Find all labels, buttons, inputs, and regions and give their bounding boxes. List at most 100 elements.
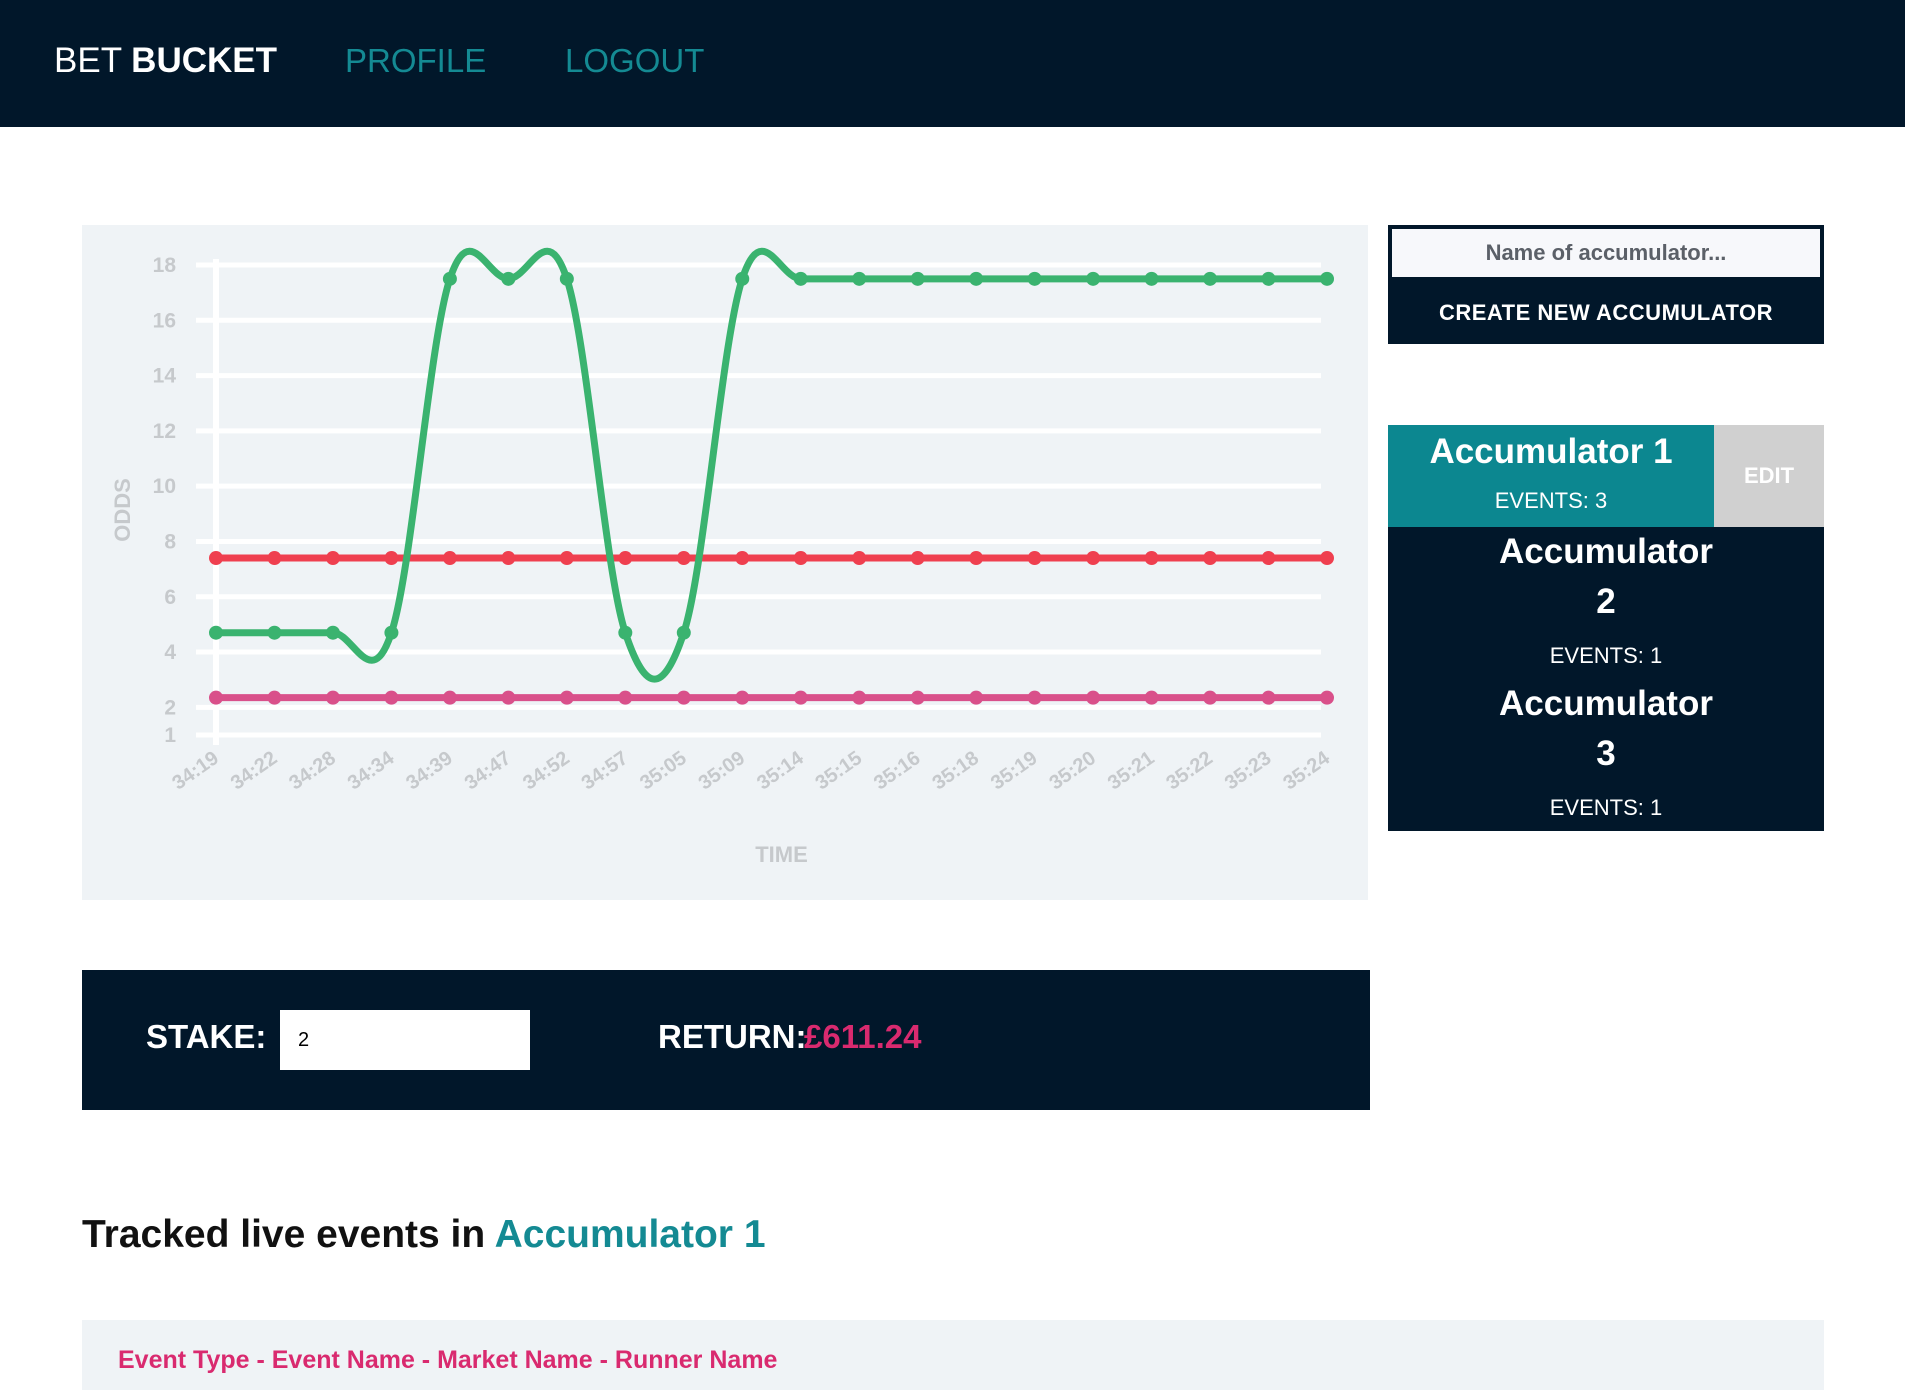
stake-return-bar: STAKE: RETURN: £611.24 (82, 970, 1370, 1110)
y-tick-label: 16 (153, 309, 176, 332)
series-point-1 (501, 551, 516, 566)
x-tick-label: 35:21 (1104, 747, 1159, 794)
series-point-1 (1203, 551, 1218, 566)
series-point-0 (910, 271, 925, 286)
x-tick-label: 34:34 (344, 747, 399, 795)
create-accumulator-box: CREATE NEW ACCUMULATOR (1388, 225, 1824, 344)
y-tick-label: 18 (153, 254, 177, 277)
x-tick-label: 35:18 (929, 747, 984, 794)
series-point-1 (325, 551, 340, 566)
accumulator-item-2-title-line1: Accumulator (1499, 532, 1713, 571)
stake-label: STAKE: (146, 1018, 267, 1055)
y-tick-label: 12 (153, 420, 176, 443)
x-tick-label: 34:52 (519, 747, 574, 794)
accumulator-item-3-title-line1: Accumulator (1499, 684, 1713, 723)
series-point-0 (325, 625, 340, 640)
series-point-0 (618, 625, 633, 640)
series-point-0 (852, 271, 867, 286)
series-point-1 (1144, 551, 1159, 566)
y-tick-label: 8 (164, 530, 176, 553)
tracked-events-accumulator-name: Accumulator 1 (494, 1213, 766, 1256)
edit-accumulator-button[interactable]: EDIT (1714, 425, 1824, 527)
x-tick-label: 35:14 (753, 747, 808, 795)
series-point-1 (209, 551, 223, 566)
x-tick-label: 34:57 (578, 747, 633, 794)
accumulator-item-3[interactable]: Accumulator 3 EVENTS: 1 (1388, 679, 1824, 831)
series-point-0 (1320, 271, 1334, 286)
series-point-2 (384, 690, 399, 705)
series-point-2 (735, 690, 750, 705)
tracked-events-panel: Event Type - Event Name - Market Name - … (82, 1320, 1824, 1390)
nav-logout-link[interactable]: LOGOUT (565, 42, 704, 80)
series-point-0 (735, 271, 750, 286)
series-point-1 (969, 551, 984, 566)
x-tick-label: 35:09 (695, 747, 750, 794)
x-tick-label: 35:19 (987, 747, 1042, 794)
series-point-2 (1320, 690, 1334, 705)
accumulator-item-1[interactable]: Accumulator 1 EVENTS: 3 EDIT (1388, 425, 1824, 527)
series-point-2 (1144, 690, 1159, 705)
x-tick-label: 34:28 (285, 747, 340, 794)
series-point-0 (442, 271, 457, 286)
series-point-2 (1086, 690, 1101, 705)
return-value: £611.24 (804, 1018, 922, 1055)
series-point-1 (793, 551, 808, 566)
series-point-0 (676, 625, 691, 640)
series-point-0 (1203, 271, 1218, 286)
x-tick-label: 34:39 (402, 747, 457, 794)
x-tick-label: 34:19 (168, 747, 223, 794)
y-tick-label: 10 (153, 475, 176, 498)
x-tick-label: 35:24 (1279, 747, 1334, 795)
brand-bold-text: BUCKET (131, 41, 277, 80)
accumulator-item-3-events: EVENTS: 1 (1549, 795, 1663, 820)
series-point-1 (676, 551, 691, 566)
series-point-1 (384, 551, 399, 566)
y-tick-label: 4 (164, 641, 176, 664)
y-tick-label: 6 (164, 586, 176, 609)
accumulator-item-1-title: Accumulator 1 (1429, 432, 1673, 471)
x-tick-label: 34:47 (461, 747, 516, 794)
series-point-2 (559, 690, 574, 705)
accumulator-item-1-events: EVENTS: 3 (1494, 488, 1608, 513)
x-tick-label: 34:22 (227, 747, 282, 794)
series-point-0 (1261, 271, 1276, 286)
x-tick-label: 35:22 (1162, 747, 1217, 794)
accumulator-item-2[interactable]: Accumulator 2 EVENTS: 1 (1388, 527, 1824, 679)
brand-logo[interactable]: BET BUCKET (54, 41, 277, 81)
series-point-2 (852, 690, 867, 705)
series-point-1 (1261, 551, 1276, 566)
series-point-2 (209, 690, 223, 705)
series-point-1 (852, 551, 867, 566)
series-point-1 (735, 551, 750, 566)
series-point-2 (969, 690, 984, 705)
series-point-1 (559, 551, 574, 566)
accumulator-item-1-main[interactable]: Accumulator 1 EVENTS: 3 (1388, 425, 1714, 527)
events-table-header: Event Type - Event Name - Market Name - … (118, 1346, 778, 1374)
accumulator-list: Accumulator 1 EVENTS: 3 EDIT Accumulator… (1388, 425, 1824, 831)
series-point-1 (267, 551, 282, 566)
series-point-1 (442, 551, 457, 566)
tracked-events-heading: Tracked live events in Accumulator 1 (82, 1213, 766, 1257)
series-point-2 (910, 690, 925, 705)
stake-input[interactable] (280, 1010, 530, 1070)
y-tick-label: 14 (153, 365, 177, 388)
series-point-2 (793, 690, 808, 705)
x-axis-label: TIME (755, 842, 808, 867)
accumulator-name-input[interactable] (1392, 229, 1820, 277)
brand-light-text: BET (54, 41, 122, 80)
odds-chart-panel: 1 2 4 6 8 10 12 14 16 18 34:19 34:22 34:28 34:34 34:39… (82, 225, 1368, 900)
x-tick-label: 35:16 (870, 747, 925, 794)
series-point-0 (501, 271, 516, 286)
odds-line-chart: 12468101214161834:19 34:22 34:28 34:34 34:39… (110, 247, 1335, 867)
series-point-0 (1027, 271, 1042, 286)
series-point-0 (267, 625, 282, 640)
series-point-0 (969, 271, 984, 286)
create-accumulator-button[interactable]: CREATE NEW ACCUMULATOR (1388, 281, 1824, 344)
series-point-1 (618, 551, 633, 566)
series-point-2 (1203, 690, 1218, 705)
nav-profile-link[interactable]: PROFILE (345, 42, 486, 80)
series-point-0 (384, 625, 399, 640)
series-point-2 (267, 690, 282, 705)
x-tick-label: 35:23 (1221, 747, 1276, 794)
accumulator-item-3-title-line2: 3 (1596, 734, 1616, 773)
